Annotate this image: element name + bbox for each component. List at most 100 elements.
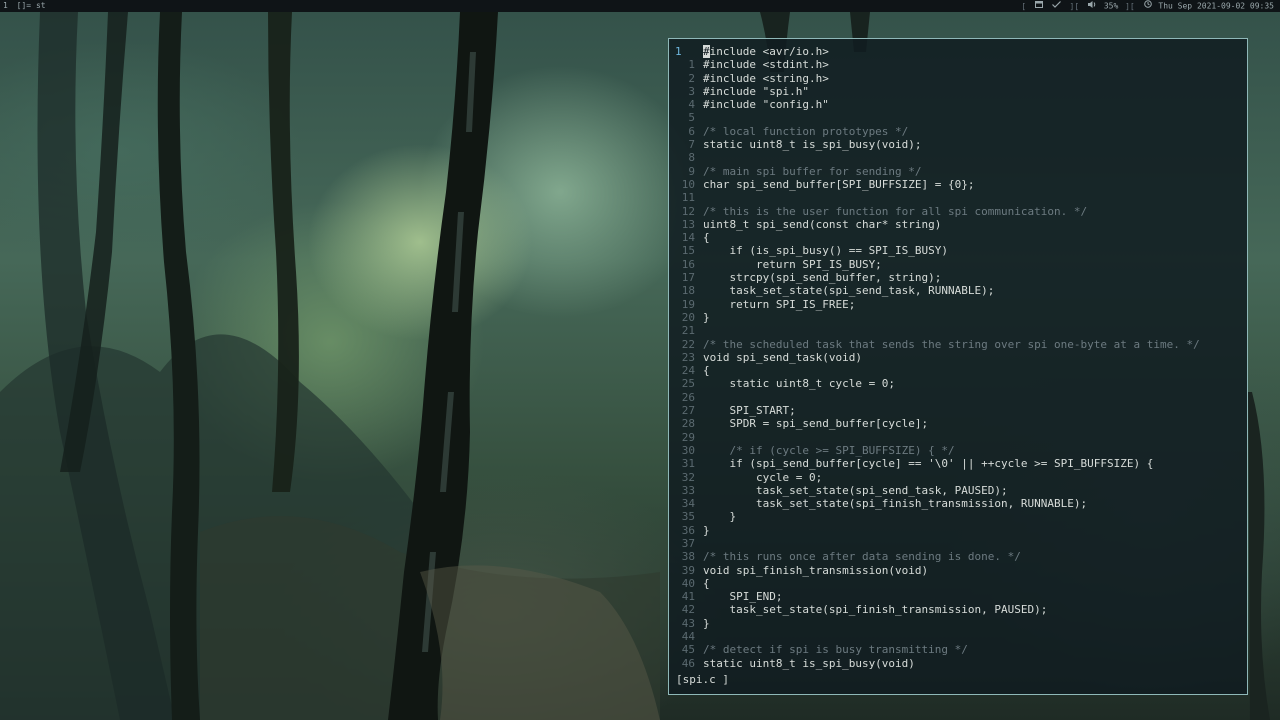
- line-number: 21: [681, 324, 695, 338]
- editor-line[interactable]: 8: [669, 151, 1247, 164]
- line-text: }: [703, 510, 737, 524]
- editor-line[interactable]: 45 /* detect if spi is busy transmitting …: [669, 643, 1247, 656]
- editor-line[interactable]: 23 void spi_send_task(void): [669, 351, 1247, 364]
- line-number: 38: [681, 550, 695, 564]
- editor-line[interactable]: 25 static uint8_t cycle = 0;: [669, 377, 1247, 390]
- editor-line[interactable]: 3 #include "spi.h": [669, 85, 1247, 98]
- editor-line[interactable]: 13 uint8_t spi_send(const char* string): [669, 218, 1247, 231]
- editor-line[interactable]: 38 /* this runs once after data sending i…: [669, 550, 1247, 563]
- editor-line[interactable]: 17 strcpy(spi_send_buffer, string);: [669, 271, 1247, 284]
- editor-line[interactable]: 1 #include <stdint.h>: [669, 58, 1247, 71]
- volume-icon: [1088, 0, 1097, 12]
- line-number: 31: [681, 457, 695, 471]
- editor-line[interactable]: 26: [669, 391, 1247, 404]
- line-number: 33: [681, 483, 695, 497]
- editor-line[interactable]: 5: [669, 111, 1247, 124]
- line-text: return SPI_IS_FREE;: [703, 297, 856, 311]
- line-text: cycle = 0;: [703, 470, 823, 484]
- editor-line[interactable]: 4 #include "config.h": [669, 98, 1247, 111]
- line-text: SPDR = spi_send_buffer[cycle];: [703, 417, 929, 431]
- line-number: 20: [681, 310, 695, 324]
- line-number: 12: [681, 204, 695, 218]
- editor-line[interactable]: 15 if (is_spi_busy() == SPI_IS_BUSY): [669, 244, 1247, 257]
- editor-line[interactable]: 36}: [669, 524, 1247, 537]
- editor-line[interactable]: 12 /* this is the user function for all s…: [669, 205, 1247, 218]
- editor-line[interactable]: 32 cycle = 0;: [669, 471, 1247, 484]
- editor-line[interactable]: 16 return SPI_IS_BUSY;: [669, 258, 1247, 271]
- editor-line[interactable]: 22 /* the scheduled task that sends the s…: [669, 338, 1247, 351]
- line-text: SPI_END;: [703, 590, 783, 604]
- line-number: 15: [681, 244, 695, 258]
- editor-line[interactable]: 1 #include <avr/io.h>: [669, 45, 1247, 58]
- line-number: 11: [681, 191, 695, 205]
- editor-line[interactable]: 6 /* local function prototypes */: [669, 125, 1247, 138]
- editor-line[interactable]: 31 if (spi_send_buffer[cycle] == '\0' ||…: [669, 457, 1247, 470]
- editor-line[interactable]: 33 task_set_state(spi_send_task, PAUSED)…: [669, 484, 1247, 497]
- tag-label[interactable]: 1: [3, 1, 8, 10]
- line-number: 17: [681, 271, 695, 285]
- editor-line[interactable]: 29: [669, 431, 1247, 444]
- line-text: SPI_START;: [703, 404, 796, 418]
- line-text: }: [703, 523, 710, 537]
- line-text: #include <stdint.h>: [703, 58, 829, 72]
- line-text: void spi_finish_transmission(void): [703, 563, 929, 577]
- layout-indicator[interactable]: []=: [17, 1, 31, 10]
- line-text: static uint8_t cycle = 0;: [703, 377, 896, 391]
- line-number: 25: [681, 377, 695, 391]
- line-number: 44: [681, 630, 695, 644]
- line-number: 9: [688, 164, 695, 178]
- line-text: uint8_t spi_send(const char* string): [703, 217, 942, 231]
- line-text: static uint8_t is_spi_busy(void);: [703, 138, 922, 152]
- line-text: #include <string.h>: [703, 71, 829, 85]
- line-text: strcpy(spi_send_buffer, string);: [703, 271, 942, 285]
- editor-line[interactable]: 7 static uint8_t is_spi_busy(void);: [669, 138, 1247, 151]
- editor-line[interactable]: 37: [669, 537, 1247, 550]
- editor-line[interactable]: 46 static uint8_t is_spi_busy(void): [669, 657, 1247, 670]
- line-number: 26: [681, 390, 695, 404]
- editor-line[interactable]: 14 {: [669, 231, 1247, 244]
- editor-line[interactable]: 35 }: [669, 510, 1247, 523]
- line-number: 2: [688, 71, 695, 85]
- editor-buffer[interactable]: 1 #include <avr/io.h> 1 #include <stdint.h>…: [669, 45, 1247, 670]
- editor-line[interactable]: 9 /* main spi buffer for sending */: [669, 165, 1247, 178]
- line-text: /* local function prototypes */: [703, 124, 909, 138]
- line-text: #include "spi.h": [703, 84, 809, 98]
- editor-line[interactable]: 27 SPI_START;: [669, 404, 1247, 417]
- editor-line[interactable]: 42 task_set_state(spi_finish_transmissio…: [669, 603, 1247, 616]
- line-number: 39: [681, 563, 695, 577]
- editor-line[interactable]: 18 task_set_state(spi_send_task, RUNNABL…: [669, 284, 1247, 297]
- line-number: 22: [681, 337, 695, 351]
- terminal-window[interactable]: 1 #include <avr/io.h> 1 #include <stdint.h>…: [668, 38, 1248, 695]
- line-number: 4: [688, 98, 695, 112]
- editor-line[interactable]: 39 void spi_finish_transmission(void): [669, 564, 1247, 577]
- editor-line[interactable]: 28 SPDR = spi_send_buffer[cycle];: [669, 417, 1247, 430]
- line-text: return SPI_IS_BUSY;: [703, 257, 882, 271]
- editor-line[interactable]: 19 return SPI_IS_FREE;: [669, 298, 1247, 311]
- line-text: task_set_state(spi_finish_transmission, …: [703, 497, 1088, 511]
- line-number: 40: [681, 576, 695, 590]
- line-text: #include "config.h": [703, 98, 829, 112]
- line-text: {: [703, 576, 710, 590]
- line-number: 28: [681, 417, 695, 431]
- line-text: if (is_spi_busy() == SPI_IS_BUSY): [703, 244, 949, 258]
- editor-line[interactable]: 40 {: [669, 577, 1247, 590]
- editor-line[interactable]: 43}: [669, 617, 1247, 630]
- editor-line[interactable]: 30 /* if (cycle >= SPI_BUFFSIZE) { */: [669, 444, 1247, 457]
- line-number: 42: [681, 603, 695, 617]
- editor-line[interactable]: 10 char spi_send_buffer[SPI_BUFFSIZE] = {…: [669, 178, 1247, 191]
- line-text: /* main spi buffer for sending */: [703, 164, 922, 178]
- line-text: /* detect if spi is busy transmitting */: [703, 643, 968, 657]
- editor-line[interactable]: 11: [669, 191, 1247, 204]
- editor-line[interactable]: 2 #include <string.h>: [669, 72, 1247, 85]
- bar-left: 1 []= st: [3, 0, 46, 12]
- editor-line[interactable]: 21: [669, 324, 1247, 337]
- line-text: /* this runs once after data sending is …: [703, 550, 1021, 564]
- editor-line[interactable]: 44: [669, 630, 1247, 643]
- bar-right: [ ][ 35% ][ Thu Sep 2021-09-02 09:35: [1021, 0, 1274, 12]
- line-text: char spi_send_buffer[SPI_BUFFSIZE] = {0}…: [703, 177, 975, 191]
- editor-line[interactable]: 34 task_set_state(spi_finish_transmissio…: [669, 497, 1247, 510]
- editor-line[interactable]: 20}: [669, 311, 1247, 324]
- editor-line[interactable]: 24 {: [669, 364, 1247, 377]
- window-title: st: [35, 1, 46, 10]
- editor-line[interactable]: 41 SPI_END;: [669, 590, 1247, 603]
